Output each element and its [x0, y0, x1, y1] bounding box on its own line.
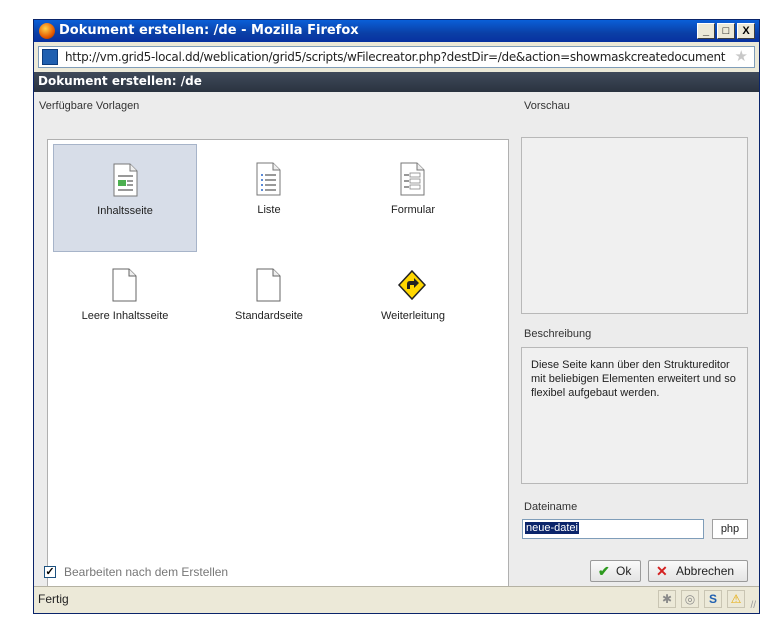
filename-input[interactable]: neue-datei — [522, 519, 704, 539]
template-standardseite[interactable]: Standardseite — [197, 258, 341, 366]
s-icon[interactable]: S — [704, 590, 722, 608]
plugin-icon[interactable]: ✱ — [658, 590, 676, 608]
firefox-icon — [39, 23, 55, 39]
url-text: http://vm.grid5-local.dd/weblication/gri… — [65, 50, 726, 64]
blank-page-icon — [256, 268, 281, 302]
cross-icon: ✕ — [656, 563, 668, 579]
minimize-button[interactable]: _ — [697, 23, 715, 39]
description-text: Diese Seite kann über den Struktureditor… — [531, 359, 736, 399]
redirect-sign-icon — [397, 269, 427, 301]
preview-label: Vorschau — [524, 100, 570, 112]
resize-grip-icon[interactable]: // — [750, 600, 756, 611]
template-label: Inhaltsseite — [97, 205, 153, 217]
page-form-icon — [400, 162, 425, 196]
dialog-content: Verfügbare Vorlagen Inhaltsseite Liste F… — [34, 92, 759, 590]
site-icon — [42, 49, 58, 65]
window-title: Dokument erstellen: /de - Mozilla Firefo… — [59, 23, 359, 38]
cancel-button[interactable]: ✕ Abbrechen — [648, 560, 748, 582]
warning-icon[interactable]: ⚠ — [727, 590, 745, 608]
cancel-label: Abbrechen — [676, 564, 735, 578]
preview-panel — [521, 137, 748, 314]
template-label: Leere Inhaltsseite — [81, 310, 169, 322]
template-label: Weiterleitung — [381, 310, 445, 322]
description-box: Diese Seite kann über den Struktureditor… — [521, 347, 748, 484]
maximize-button[interactable]: □ — [717, 23, 735, 39]
page-content-icon — [113, 163, 138, 197]
filename-label: Dateiname — [524, 501, 578, 513]
template-leere-inhaltsseite[interactable]: Leere Inhaltsseite — [53, 258, 197, 366]
status-text: Fertig — [38, 592, 69, 606]
ok-label: Ok — [616, 564, 632, 578]
template-formular[interactable]: Formular — [341, 144, 485, 252]
extension-select[interactable]: php — [712, 519, 748, 539]
ok-button[interactable]: ✔ Ok — [590, 560, 641, 582]
template-label: Liste — [257, 204, 281, 216]
browser-window: Dokument erstellen: /de - Mozilla Firefo… — [33, 19, 760, 614]
addon-icon[interactable]: ◎ — [681, 590, 699, 608]
templates-panel: Inhaltsseite Liste Formular Leere Inhalt… — [47, 139, 509, 590]
url-field[interactable]: http://vm.grid5-local.dd/weblication/gri… — [38, 46, 755, 68]
template-label: Formular — [390, 204, 435, 216]
checkmark-icon: ✔ — [598, 563, 610, 579]
edit-after-create-checkbox[interactable]: ✓ — [44, 566, 56, 578]
template-liste[interactable]: Liste — [197, 144, 341, 252]
edit-after-create-label: Bearbeiten nach dem Erstellen — [64, 565, 229, 579]
template-inhaltsseite[interactable]: Inhaltsseite — [53, 144, 197, 252]
blank-page-icon — [112, 268, 137, 302]
dialog-header: Dokument erstellen: /de — [34, 72, 759, 92]
close-button[interactable]: X — [737, 23, 755, 39]
status-bar: Fertig ✱ ◎ S ⚠ // — [34, 586, 759, 613]
template-weiterleitung[interactable]: Weiterleitung — [341, 258, 485, 366]
templates-label: Verfügbare Vorlagen — [39, 100, 140, 112]
description-label: Beschreibung — [524, 328, 592, 340]
template-label: Standardseite — [235, 310, 303, 322]
page-list-icon — [256, 162, 281, 196]
title-bar[interactable]: Dokument erstellen: /de - Mozilla Firefo… — [34, 20, 759, 42]
address-bar: http://vm.grid5-local.dd/weblication/gri… — [34, 42, 759, 72]
bookmark-star-icon[interactable]: ★ — [735, 48, 748, 66]
filename-value: neue-datei — [525, 522, 579, 534]
dialog-heading: Dokument erstellen: /de — [38, 74, 202, 88]
